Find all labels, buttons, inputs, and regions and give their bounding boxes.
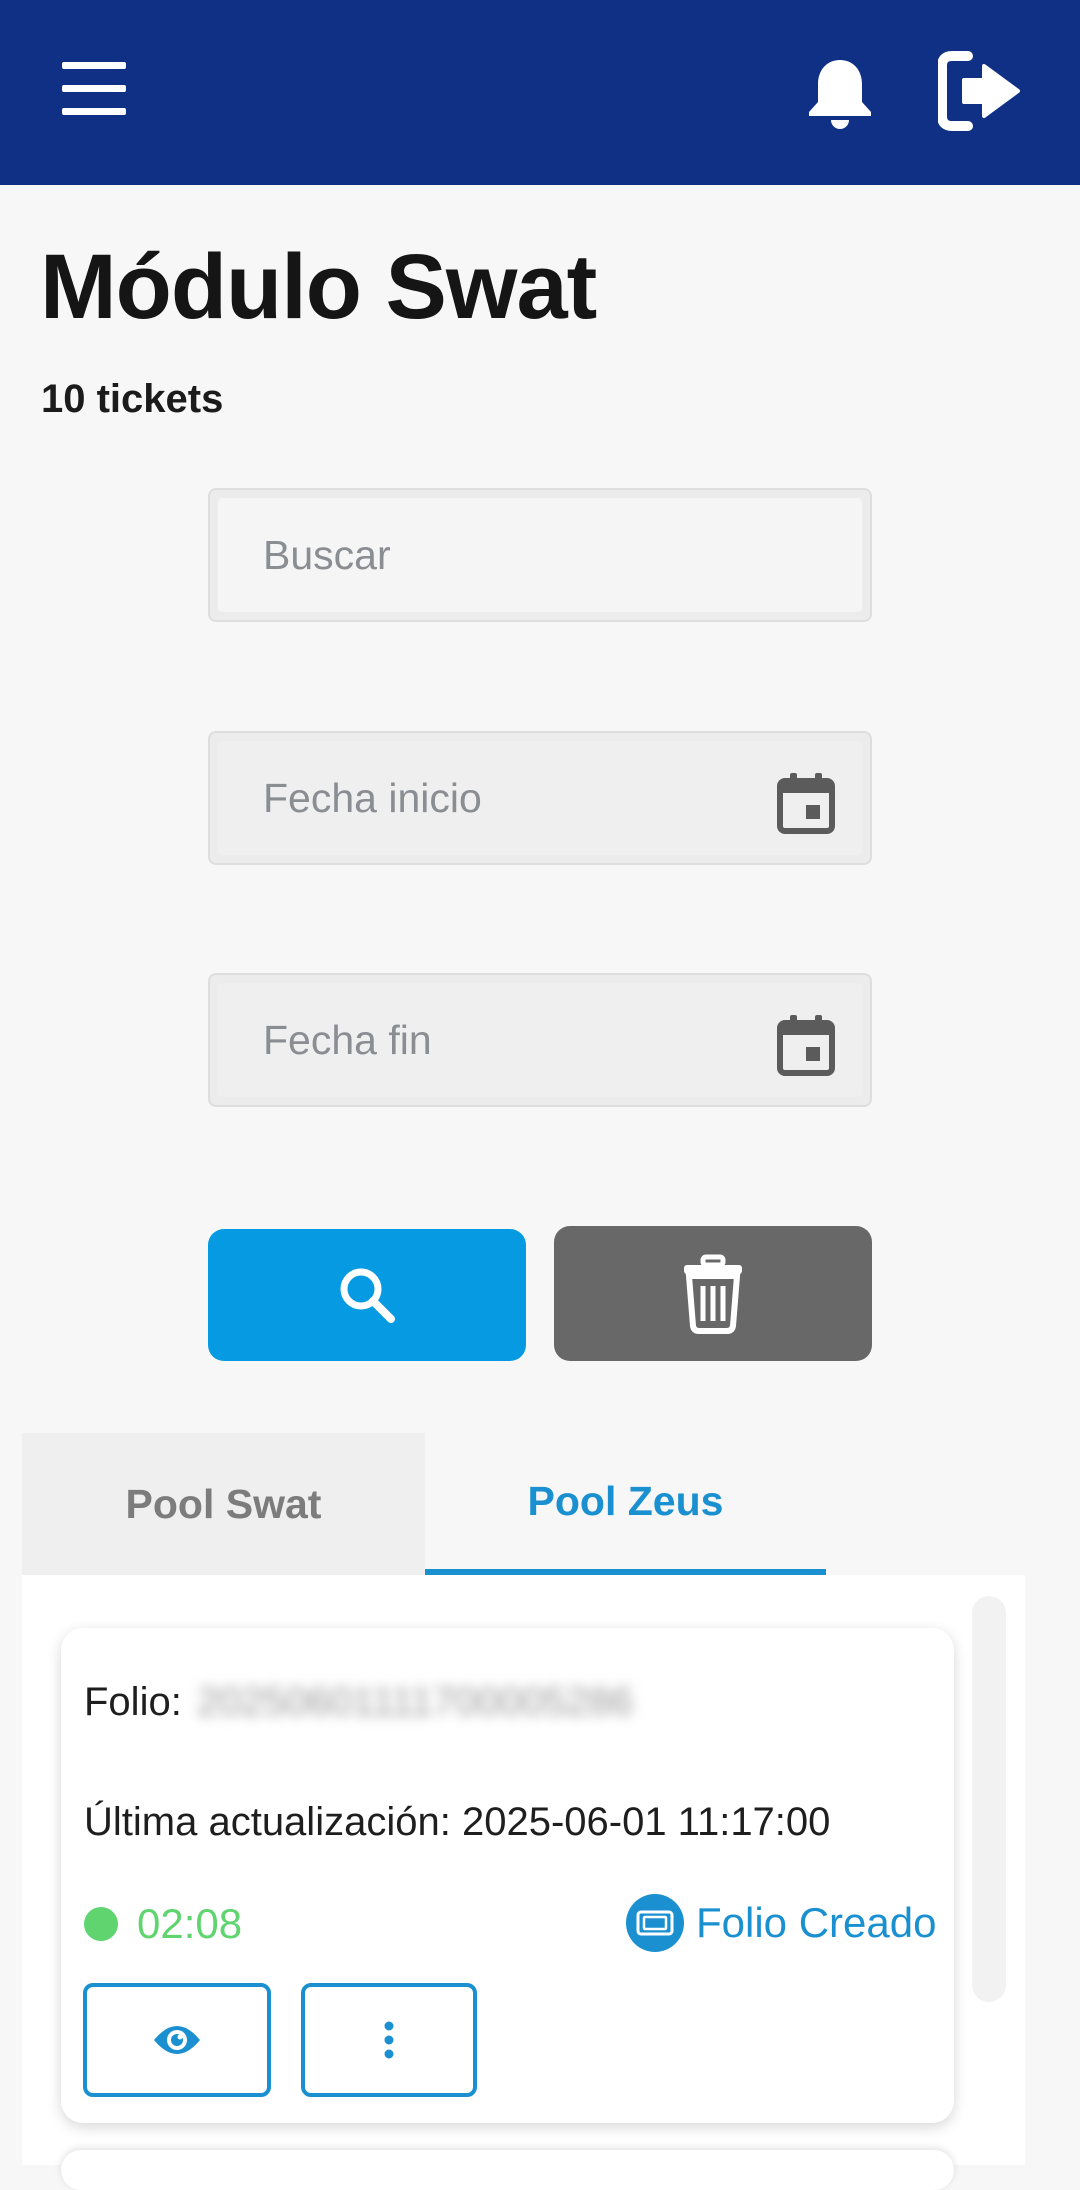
hamburger-menu-button[interactable] (62, 62, 126, 120)
scrollbar[interactable] (972, 1596, 1006, 2002)
magnifier-icon (340, 1268, 395, 1323)
search-field-inner (218, 498, 862, 612)
menu-bar (62, 62, 126, 69)
page-title: Módulo Swat (40, 236, 597, 338)
search-button[interactable] (208, 1229, 526, 1361)
ticket-status: Folio Creado (626, 1892, 936, 1954)
status-label: Folio Creado (696, 1899, 937, 1946)
bell-icon (809, 60, 871, 129)
search-field (208, 488, 872, 622)
notifications-button[interactable] (805, 56, 875, 132)
status-dot (84, 1907, 118, 1941)
search-input[interactable] (218, 498, 862, 612)
ticket-timer: 02:08 (137, 1900, 243, 1947)
folio-label: Folio: (84, 1680, 182, 1724)
calendar-icon[interactable] (777, 772, 835, 834)
top-app-bar (0, 0, 1080, 185)
trash-icon (684, 1254, 742, 1334)
clear-filters-button[interactable] (554, 1226, 872, 1361)
end-date-field-inner (218, 983, 862, 1097)
last-update-label: Última actualización: (84, 1800, 451, 1844)
start-date-input[interactable] (218, 741, 862, 855)
last-update-value: 2025-06-01 11:17:00 (461, 1800, 831, 1844)
start-date-field (208, 731, 872, 865)
ticket-card: Folio: 20250601111700005286 Última actua… (61, 1628, 954, 2123)
tab-pool-swat[interactable]: Pool Swat (22, 1433, 425, 1575)
last-update-line: Última actualización: 2025-06-01 11:17:0… (84, 1800, 830, 1845)
sign-out-icon (937, 51, 1020, 131)
logout-button[interactable] (937, 50, 1024, 132)
tab-pool-zeus[interactable]: Pool Zeus (425, 1433, 826, 1575)
ticket-icon (626, 1894, 684, 1952)
end-date-input[interactable] (218, 983, 862, 1097)
pool-tabs: Pool Swat Pool Zeus (22, 1433, 826, 1575)
folio-value: 20250601111700005286 (196, 1680, 633, 1724)
view-ticket-button[interactable] (83, 1983, 271, 2097)
folio-line: Folio: 20250601111700005286 (84, 1680, 633, 1725)
more-vertical-icon (384, 2021, 394, 2059)
eye-icon (154, 2026, 200, 2054)
ticket-count: 10 tickets (41, 377, 224, 421)
more-options-button[interactable] (301, 1983, 477, 2097)
menu-bar (62, 85, 126, 92)
ticket-card-partial (61, 2150, 954, 2190)
calendar-icon[interactable] (777, 1014, 835, 1076)
menu-bar (62, 108, 126, 115)
end-date-field (208, 973, 872, 1107)
start-date-field-inner (218, 741, 862, 855)
